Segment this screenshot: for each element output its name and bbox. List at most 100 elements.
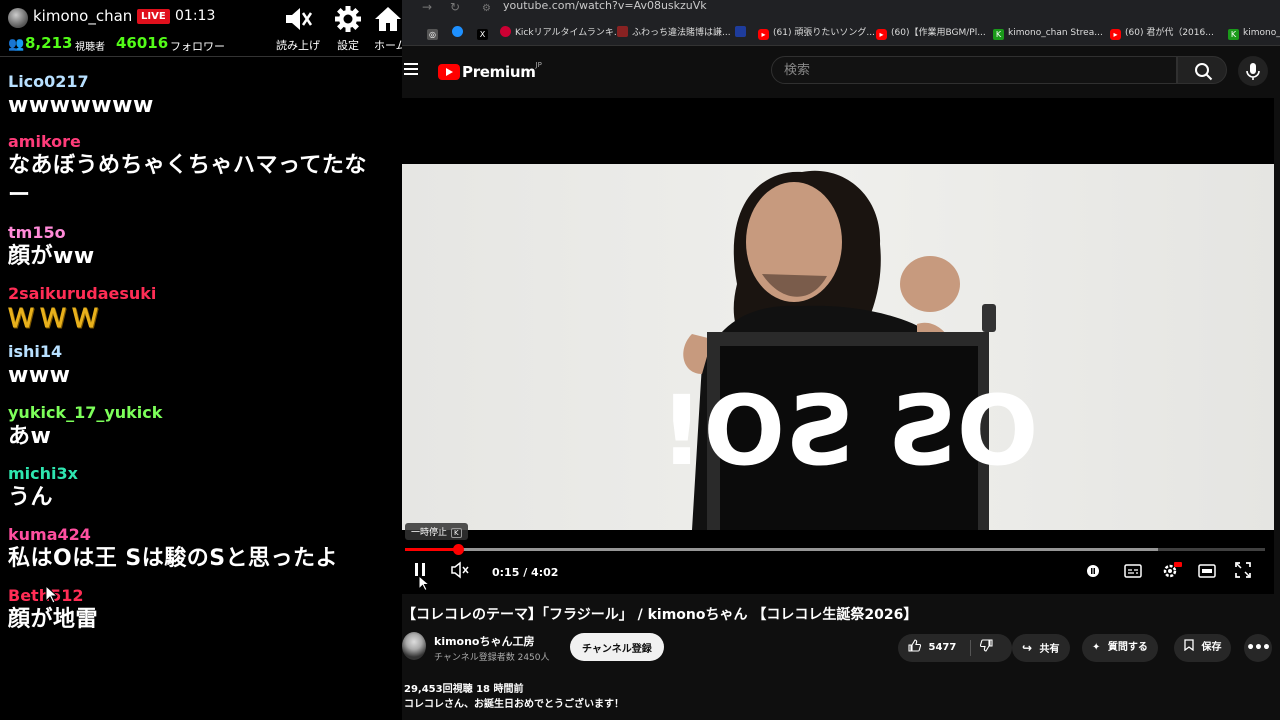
read-aloud-button[interactable]: 読み上げ [273,4,323,53]
share-button[interactable]: ↪ 共有 [1012,634,1070,662]
bookmark-item[interactable]: ▸ (60) 君が代（2016... [1110,26,1214,40]
progress-bar[interactable] [405,544,1265,555]
progress-buffered [405,548,1158,551]
bookmark-item[interactable]: ▸ (61) 頑張りたいソング... [758,26,875,40]
save-button[interactable]: 保存 [1174,634,1232,662]
url-field[interactable]: youtube.com/watch?v=Av08uskzuVk [503,0,707,12]
viewer-count: 8,213 [25,34,73,52]
like-button[interactable]: 5477 [908,634,956,662]
bookmark-item[interactable]: ◎ [427,26,442,40]
chat-username[interactable]: yukick_17_yukick [8,403,402,422]
subscribe-button[interactable]: チャンネル登録 [570,633,664,661]
kick-favicon: K [1228,29,1239,40]
chat-username[interactable]: Lico0217 [8,72,402,91]
video-player[interactable]: OS SO! 一時停止 K 0:15 / 4:02 [402,98,1274,594]
bookmark-item[interactable]: Kickリアルタイムランキ... [500,26,622,40]
forward-icon[interactable]: → [422,0,432,14]
bookmark-item[interactable]: ▸ (60)【作業用BGM/Pl... [876,26,986,40]
site-info-icon[interactable]: ⚙ [482,3,491,14]
dislike-button[interactable] [979,634,993,662]
read-aloud-label: 読み上げ [276,39,320,52]
chat-panel: kimono_chan LIVE 01:13 👥 8,213 視聴者 46016… [0,0,402,720]
bookmark-favicon [617,26,628,37]
elapsed-time: 01:13 [175,8,216,24]
bookmark-label: Kickリアルタイムランキ... [515,28,623,38]
ask-button[interactable]: ✦ 質問する [1082,634,1158,662]
youtube-favicon: ▸ [876,29,887,40]
bookmark-label: (60)【作業用BGM/Pl... [891,28,986,38]
chat-username[interactable]: Beth512 [8,586,402,605]
chat-message: yukick_17_yukick あw [8,403,402,452]
thumbs-down-icon [979,639,993,652]
logo-region: JP [535,61,542,69]
search-input[interactable] [772,57,1176,83]
settings-button-player[interactable] [1161,560,1183,584]
chat-message: amikore なあぼうめちゃくちゃハマってたな ー [8,132,402,211]
autoplay-icon [1087,565,1099,577]
channel-name[interactable]: kimono_chan [33,7,132,25]
bookmark-item[interactable]: Kkimono_chan Strea... [993,26,1103,40]
voice-search-button[interactable] [1238,56,1268,86]
channel-name-yt[interactable]: kimonoちゃん工房 [434,633,535,649]
thumbs-up-icon [908,639,922,652]
bookmark-label: ふわっち違法賭博は謙... [632,28,731,38]
chat-text: 顔がww [8,244,95,269]
chat-username[interactable]: kuma424 [8,525,402,544]
sparkle-icon: ✦ [1092,642,1101,653]
subtitles-button[interactable] [1124,560,1142,584]
video-title: 【コレコレのテーマ】「フラジール」 / kimonoちゃん 【コレコレ生誕祭20… [402,607,918,623]
mute-button[interactable] [450,560,470,584]
chat-username[interactable]: michi3x [8,464,402,483]
bookmark-item[interactable]: Kkimono_ [1228,26,1280,40]
fullscreen-button[interactable] [1234,560,1252,584]
live-badge: LIVE [137,9,170,24]
reload-icon[interactable]: ↻ [450,0,460,14]
bookmark-item[interactable]: X [477,26,492,40]
video-frame[interactable]: OS SO! [402,164,1274,530]
pause-tooltip: 一時停止 K [405,523,468,540]
youtube-play-icon [438,63,460,80]
channel-avatar-yt[interactable] [402,632,426,660]
speaker-mute-icon [273,4,323,36]
chat-text: なあぼうめちゃくちゃハマってたな [8,153,367,178]
browser-window: → ↻ ⚙ youtube.com/watch?v=Av08uskzuVk ◎ … [402,0,1280,720]
youtube-premium-logo[interactable]: PremiumJP [438,61,542,81]
chat-message: ishi14 www [8,342,402,391]
bookmark-label: (61) 頑張りたいソング... [773,28,875,38]
tooltip-shortcut: K [451,528,462,538]
settings-button[interactable]: 設定 [323,4,373,53]
search-button[interactable] [1177,56,1227,84]
chat-username[interactable]: amikore [8,132,402,151]
bookmark-item[interactable] [735,26,750,40]
gear-hd-icon [1163,562,1182,578]
description-box[interactable]: 29,453回視聴 18 時間前 コレコレさん、お誕生日おめでとうございます！ [404,682,624,712]
chat-username[interactable]: 2saikurudaesuki [8,284,402,303]
bookmark-label: (60) 君が代（2016... [1125,28,1214,38]
chat-username[interactable]: tm15o [8,223,402,242]
settings-label: 設定 [337,39,359,52]
chat-message-list[interactable]: Lico0217 wwwwwww amikore なあぼうめちゃくちゃハマってた… [0,62,402,635]
like-divider [970,640,971,656]
autoplay-toggle[interactable] [1086,560,1100,584]
view-count-age: 29,453回視聴 18 時間前 [404,684,524,695]
theater-mode-icon [1198,564,1216,578]
ask-label: 質問する [1107,642,1148,653]
bookmark-item[interactable]: ふわっち違法賭博は謙... [617,26,731,40]
fullscreen-icon [1235,562,1251,578]
chat-text: 顔が地雷 [8,607,99,632]
progress-scrubber[interactable] [452,544,464,555]
bookmark-item[interactable] [452,26,467,40]
channel-avatar[interactable] [8,8,28,28]
like-count: 5477 [928,642,957,653]
bookmark-icon [1184,639,1197,653]
viewer-count-label: 視聴者 [75,42,105,53]
more-actions-button[interactable]: ••• [1244,634,1272,662]
youtube-favicon: ▸ [758,29,769,40]
chat-username[interactable]: ishi14 [8,342,402,361]
subscriber-count: チャンネル登録者数 2450人 [434,653,550,663]
menu-icon[interactable] [404,63,418,75]
x-icon: X [477,29,488,40]
home-button[interactable]: ホーム [368,4,402,53]
miniplayer-button[interactable] [1198,560,1216,584]
chat-text: www [8,363,71,388]
